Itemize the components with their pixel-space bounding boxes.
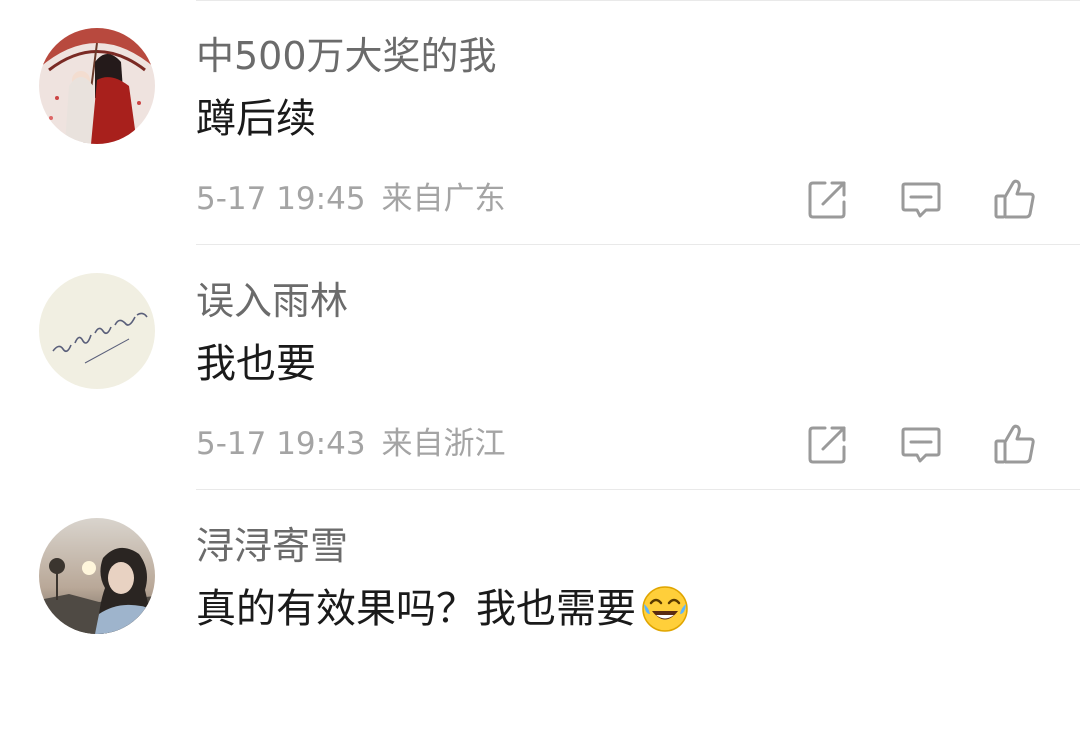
username[interactable]: 浔浔寄雪	[196, 522, 348, 570]
comment-meta: 5-17 19:45 来自广东	[196, 178, 506, 220]
handwriting-avatar	[39, 273, 155, 389]
comment-item: 浔浔寄雪 真的有效果吗？我也需要	[0, 490, 1080, 735]
comment-location: 来自浙江	[381, 426, 506, 462]
username[interactable]: 中500万大奖的我	[196, 32, 497, 80]
comment-time: 5-17 19:43	[196, 426, 366, 462]
username[interactable]: 误入雨林	[196, 277, 348, 325]
comment-text: 蹲后续	[196, 93, 316, 145]
like-button[interactable]	[992, 421, 1038, 467]
avatar[interactable]	[39, 28, 155, 144]
comment-text: 真的有效果吗？我也需要	[196, 583, 690, 635]
comment-text-body: 我也要	[196, 341, 316, 387]
reply-button[interactable]	[898, 421, 944, 467]
comment-meta: 5-17 19:43 来自浙江	[196, 423, 506, 465]
like-button[interactable]	[992, 176, 1038, 222]
comment-text-body: 蹲后续	[196, 96, 316, 142]
comment-text-body: 真的有效果吗？我也需要	[196, 586, 636, 632]
comment-text: 我也要	[196, 338, 316, 390]
share-button[interactable]	[805, 176, 851, 222]
sunset-portrait-avatar	[39, 518, 155, 634]
share-button[interactable]	[805, 421, 851, 467]
comment-time: 5-17 19:45	[196, 181, 366, 217]
comment-item: 中500万大奖的我 蹲后续 5-17 19:45 来自广东	[0, 0, 1080, 245]
comment-reply-icon	[901, 427, 941, 463]
share-icon	[808, 181, 846, 219]
thumbs-up-icon	[994, 424, 1035, 464]
comment-item: 误入雨林 我也要 5-17 19:43 来自浙江	[0, 245, 1080, 490]
reply-button[interactable]	[898, 176, 944, 222]
couple-illustration-avatar	[39, 28, 155, 144]
share-icon	[808, 426, 846, 464]
thumbs-up-icon	[994, 179, 1035, 219]
laughing-crying-emoji-icon	[640, 584, 690, 634]
avatar[interactable]	[39, 273, 155, 389]
comment-reply-icon	[901, 182, 941, 218]
avatar[interactable]	[39, 518, 155, 634]
comment-location: 来自广东	[381, 181, 506, 217]
